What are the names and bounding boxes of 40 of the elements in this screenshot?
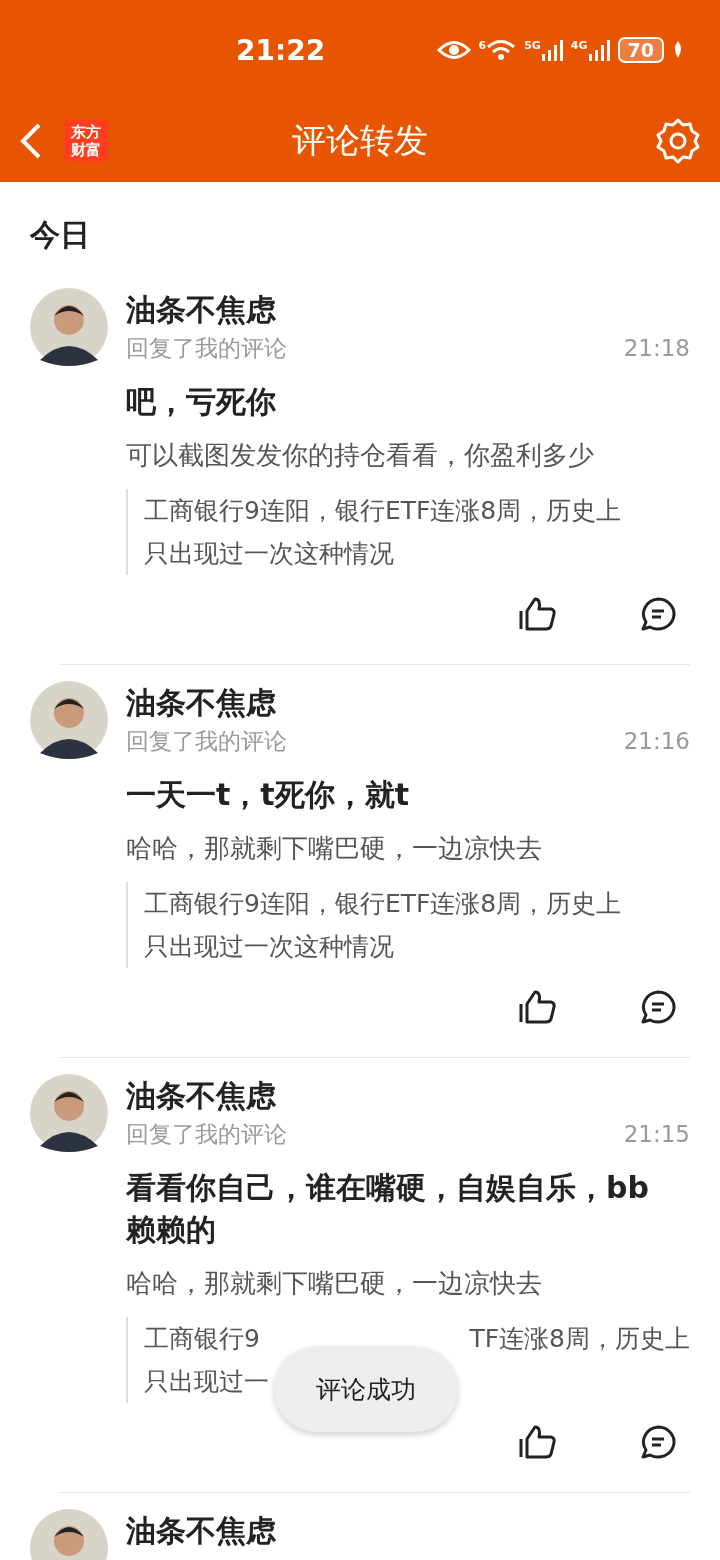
- reply-text: 一天一t，t死你，就t: [126, 776, 411, 814]
- wifi-label: 6: [478, 39, 487, 52]
- quoted-article-text[interactable]: 只出现过一次这种情况: [144, 532, 394, 575]
- user-name[interactable]: 油条不焦虑: [126, 290, 690, 330]
- my-comment: 哈哈，那就剩下嘴巴硬，一边凉快去: [126, 1267, 543, 1300]
- leaf-icon: [672, 40, 684, 60]
- signal-icon: [540, 39, 563, 61]
- quoted-article-text[interactable]: TF连涨8周，历史上: [469, 1317, 690, 1360]
- reply-time: 21:15: [623, 1120, 690, 1149]
- battery-indicator: 70: [617, 37, 664, 63]
- avatar[interactable]: [30, 288, 108, 366]
- status-time: 21:22: [236, 33, 326, 67]
- reply-label: 回复了我的评论: [126, 727, 287, 756]
- wifi-icon: [486, 39, 517, 61]
- user-name[interactable]: 油条不焦虑: [126, 1076, 690, 1116]
- reply-time: 21:16: [623, 727, 690, 756]
- app-logo: 东方 财富: [64, 120, 108, 162]
- reply-label: 回复了我的评论: [126, 334, 287, 363]
- reply-text: 吧，亏死你: [126, 383, 277, 421]
- quoted-article-text[interactable]: 工商银行9连阳，银行ETF连涨8周，历史上: [144, 489, 622, 532]
- toast-message: 评论成功: [274, 1346, 458, 1432]
- user-name[interactable]: 油条不焦虑: [126, 1511, 690, 1551]
- signal-icon: [587, 39, 610, 61]
- reply-time: 21:18: [623, 334, 690, 363]
- user-name[interactable]: 油条不焦虑: [126, 683, 690, 723]
- quoted-article-text[interactable]: 只出现过一次这种情况: [144, 925, 394, 968]
- quoted-article-text[interactable]: 工商银行9连阳，银行ETF连涨8周，历史上: [144, 882, 622, 925]
- avatar[interactable]: [30, 1074, 108, 1152]
- eye-icon: [436, 39, 471, 61]
- quoted-article-text[interactable]: 只出现过一: [144, 1360, 269, 1403]
- network-label: 5G: [524, 39, 541, 52]
- page-title: 评论转发: [292, 119, 428, 162]
- my-comment: 哈哈，那就剩下嘴巴硬，一边凉快去: [126, 832, 543, 865]
- network-label: 4G: [570, 39, 588, 52]
- section-heading: 今日: [30, 216, 91, 254]
- reply-label: 回复了我的评论: [126, 1120, 287, 1149]
- avatar[interactable]: [30, 681, 108, 759]
- quoted-article-text[interactable]: 工商银行9: [144, 1317, 260, 1360]
- my-comment: 可以截图发发你的持仓看看，你盈利多少: [126, 439, 595, 472]
- reply-text: 看看你自己，谁在嘴硬，自娱自乐，bb赖赖的: [126, 1169, 650, 1249]
